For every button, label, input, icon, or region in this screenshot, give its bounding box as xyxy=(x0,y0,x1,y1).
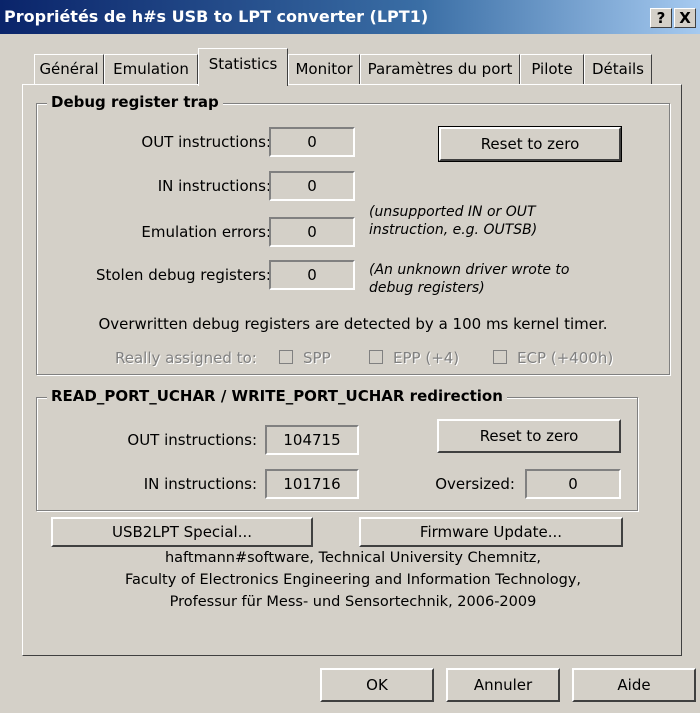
cancel-button[interactable]: Annuler xyxy=(446,668,560,702)
tab-emulation[interactable]: Emulation xyxy=(104,54,198,84)
ecp-label: ECP (+400h) xyxy=(517,349,614,367)
assigned-label: Really assigned to: xyxy=(115,349,257,367)
emulation-errors-label: Emulation errors: xyxy=(141,223,271,241)
firmware-update-button[interactable]: Firmware Update... xyxy=(359,517,623,547)
close-title-button[interactable]: X xyxy=(674,8,696,28)
credits-line2: Faculty of Electronics Engineering and I… xyxy=(124,572,582,588)
ok-button[interactable]: OK xyxy=(320,668,434,702)
tab-statistics[interactable]: Statistics xyxy=(198,48,288,86)
credits-text: haftmann#software, Technical University … xyxy=(23,547,683,613)
help-button[interactable]: Aide xyxy=(572,668,696,702)
stolen-registers-note: (An unknown driver wrote to debug regist… xyxy=(369,261,569,297)
debug-group-legend: Debug register trap xyxy=(47,93,223,111)
oversized-value: 0 xyxy=(525,469,621,499)
debug-in-value: 0 xyxy=(269,171,355,201)
epp-label: EPP (+4) xyxy=(393,349,460,367)
emulation-errors-value: 0 xyxy=(269,217,355,247)
oversized-label: Oversized: xyxy=(435,475,515,493)
emulation-note-line1: (unsupported IN or OUT xyxy=(369,204,536,220)
stolen-registers-value: 0 xyxy=(269,260,355,290)
credits-line1: haftmann#software, Technical University … xyxy=(164,550,542,566)
debug-out-label: OUT instructions: xyxy=(141,133,271,151)
tab-general[interactable]: Général xyxy=(34,54,104,84)
ecp-checkbox xyxy=(493,350,507,364)
redirect-reset-button[interactable]: Reset to zero xyxy=(437,419,621,453)
window-title: Propriétés de h#s USB to LPT converter (… xyxy=(4,7,429,26)
debug-info-text: Overwritten debug registers are detected… xyxy=(98,315,608,333)
tab-port-settings[interactable]: Paramètres du port xyxy=(360,54,520,84)
stolen-note-line1: (An unknown driver wrote to xyxy=(369,262,570,278)
debug-in-label: IN instructions: xyxy=(157,177,271,195)
help-title-button[interactable]: ? xyxy=(650,8,672,28)
title-bar: Propriétés de h#s USB to LPT converter (… xyxy=(0,0,700,34)
tab-details[interactable]: Détails xyxy=(584,54,652,84)
spp-label: SPP xyxy=(303,349,331,367)
emulation-note-line2: instruction, e.g. OUTSB) xyxy=(369,222,538,238)
stolen-registers-label: Stolen debug registers: xyxy=(95,266,271,284)
epp-checkbox xyxy=(369,350,383,364)
credits-line3: Professur für Mess- und Sensortechnik, 2… xyxy=(169,594,537,610)
redirect-out-value: 104715 xyxy=(265,425,359,455)
tab-monitor[interactable]: Monitor xyxy=(288,54,360,84)
tab-driver[interactable]: Pilote xyxy=(520,54,584,84)
redirect-out-label: OUT instructions: xyxy=(127,431,257,449)
debug-out-value: 0 xyxy=(269,127,355,157)
redirect-in-label: IN instructions: xyxy=(143,475,257,493)
stolen-note-line2: debug registers) xyxy=(369,280,485,296)
redirect-in-value: 101716 xyxy=(265,469,359,499)
debug-reset-button[interactable]: Reset to zero xyxy=(438,126,622,162)
spp-checkbox xyxy=(279,350,293,364)
usb2lpt-special-button[interactable]: USB2LPT Special... xyxy=(51,517,313,547)
statistics-panel: Debug register trap OUT instructions: 0 … xyxy=(22,84,682,656)
redirection-group-legend: READ_PORT_UCHAR / WRITE_PORT_UCHAR redir… xyxy=(47,387,507,405)
emulation-errors-note: (unsupported IN or OUT instruction, e.g.… xyxy=(369,203,537,239)
